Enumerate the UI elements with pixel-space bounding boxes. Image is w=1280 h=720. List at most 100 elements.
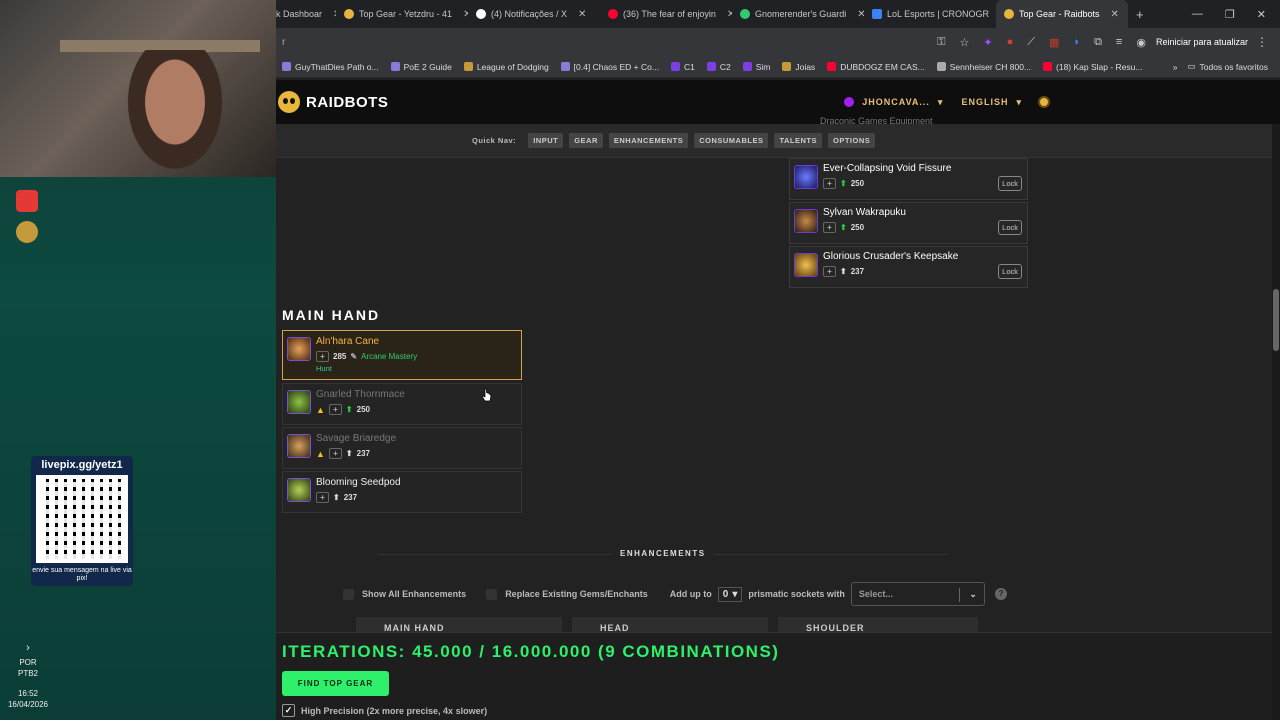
add-socket-icon[interactable]: + — [823, 178, 836, 189]
bookmark[interactable]: GuyThatDies Path o... — [276, 62, 385, 72]
bookmark-label: League of Dodging — [476, 61, 549, 72]
minimize-icon[interactable]: — — [1192, 8, 1203, 21]
slot-card-shoulder[interactable]: SHOULDER — [778, 617, 978, 633]
bookmark[interactable]: League of Dodging — [458, 62, 555, 72]
tab-2[interactable]: (4) Notificações / X ✕ — [468, 0, 600, 28]
tab-label: Top Gear - Yetzdru - 41 — [359, 9, 453, 19]
tab-3[interactable]: (36) The fear of enjoyin ✕ — [600, 0, 732, 28]
main-hand-option[interactable]: Blooming Seedpod + ⬆ 237 — [282, 471, 522, 513]
all-favorites[interactable]: ▭ Todos os favoritos — [1187, 61, 1268, 72]
puzzle-icon[interactable]: ⧉ — [1094, 36, 1102, 49]
wow-icon[interactable] — [16, 221, 38, 243]
add-socket-icon[interactable]: + — [823, 266, 836, 277]
bookmark[interactable]: C2 — [701, 62, 737, 72]
trinket-item[interactable]: Glorious Crusader's Keepsake + ⬆ 237 Lock — [789, 246, 1028, 288]
lock-button[interactable]: Lock — [998, 264, 1022, 279]
more-bookmarks-icon[interactable]: » — [1173, 62, 1178, 72]
bookmark[interactable]: Joias — [776, 62, 821, 72]
tab-5[interactable]: LoL Esports | CRONOGR✕ — [864, 0, 996, 28]
username[interactable]: JHONCAVA... — [862, 97, 930, 107]
star-icon[interactable]: ☆ — [960, 36, 970, 49]
tab-0[interactable]: k Dashboar✕ — [276, 0, 336, 28]
tab-label: Gnomerender's Guardi — [755, 9, 847, 19]
restore-icon[interactable]: ❐ — [1225, 8, 1235, 21]
socket-count-select[interactable]: 0 ▾ — [717, 586, 743, 602]
high-precision-option[interactable]: ✓ High Precision (2x more precise, 4x sl… — [282, 704, 487, 717]
quicknav-gear[interactable]: GEAR — [569, 133, 603, 148]
tray-expand-icon[interactable]: › — [0, 643, 56, 654]
add-socket-icon[interactable]: + — [328, 448, 342, 459]
app-k-icon[interactable] — [16, 190, 38, 212]
new-tab-button[interactable]: + — [1128, 0, 1152, 28]
tray-time[interactable]: 16:52 — [0, 688, 56, 699]
lock-button[interactable]: Lock — [998, 176, 1022, 191]
add-up-to-label: Add up to — [669, 589, 712, 599]
check-icon[interactable]: ✓ — [282, 704, 295, 717]
main-hand-option[interactable]: Savage Briaredge ▲ + ⬆ 237 — [282, 427, 522, 469]
media-icon[interactable]: ≡ — [1116, 36, 1122, 48]
quicknav-consumables[interactable]: CONSUMABLES — [694, 133, 769, 148]
quicknav-options[interactable]: OPTIONS — [828, 133, 876, 148]
bookmark[interactable]: [0.4] Chaos ED + Co... — [555, 62, 665, 72]
extension-icon[interactable]: ▦ — [1049, 36, 1059, 49]
close-icon[interactable]: ✕ — [857, 9, 864, 20]
item-level: 237 — [343, 493, 358, 502]
bookmark[interactable]: PoE 2 Guide — [385, 62, 458, 72]
bookmark[interactable]: Sim — [737, 62, 777, 72]
quicknav-input[interactable]: INPUT — [528, 133, 564, 148]
enchant-icon: ✎ — [350, 352, 358, 361]
webcam-feed — [0, 0, 276, 177]
url-field[interactable]: r — [282, 37, 937, 48]
trinket-item[interactable]: Sylvan Wakrapuku + ⬆ 250 Lock — [789, 202, 1028, 244]
find-top-gear-button[interactable]: FIND TOP GEAR — [282, 671, 389, 696]
update-button[interactable]: Reiniciar para atualizar — [1156, 37, 1248, 47]
add-socket-icon[interactable]: + — [328, 404, 342, 415]
item-meta: + ⬆ 250 — [823, 178, 864, 189]
main-hand-equipped[interactable]: Aln'hara Cane + 285 ✎ Arcane Mastery Hun… — [282, 330, 522, 380]
chevron-down-icon[interactable]: ▾ — [938, 97, 944, 108]
quicknav-talents[interactable]: TALENTS — [774, 133, 822, 148]
key-icon[interactable]: ⚿ — [937, 36, 945, 49]
extension-icon[interactable]: ● — [1007, 36, 1014, 48]
close-window-icon[interactable]: ✕ — [1257, 8, 1266, 21]
lock-button[interactable]: Lock — [998, 220, 1022, 235]
tray-date[interactable]: 16/04/2026 — [0, 699, 56, 710]
tray-kb[interactable]: PTB2 — [0, 668, 56, 679]
trinket-item[interactable]: Ever-Collapsing Void Fissure + ⬆ 250 Lock — [789, 158, 1028, 200]
close-icon[interactable]: ✕ — [1111, 9, 1119, 20]
show-all-label: Show All Enhancements — [362, 589, 467, 599]
slot-card-main-hand[interactable]: MAIN HAND — [356, 617, 562, 633]
close-icon[interactable]: ✕ — [578, 9, 586, 20]
scrollbar-thumb[interactable] — [1273, 289, 1279, 351]
tab-4[interactable]: Gnomerender's Guardi ✕ — [732, 0, 864, 28]
show-all-checkbox[interactable] — [343, 588, 354, 600]
item-level: 237 — [356, 449, 370, 458]
slot-card-head[interactable]: HEAD — [572, 617, 768, 633]
gem-select[interactable]: Select... ⌄ — [850, 582, 985, 606]
profile-icon[interactable]: ◉ — [1136, 36, 1146, 49]
mouse-cursor-icon — [482, 388, 492, 402]
tray-lang[interactable]: POR — [0, 657, 56, 668]
bookmark[interactable]: DUBDOGZ EM CAS... — [821, 62, 931, 72]
scrollbar[interactable] — [1272, 124, 1280, 720]
coin-icon[interactable] — [1038, 96, 1050, 108]
sockets-label: prismatic sockets with — [748, 589, 845, 599]
language-select[interactable]: ENGLISH — [961, 97, 1008, 107]
bookmark[interactable]: C1 — [665, 62, 701, 72]
tab-1[interactable]: Top Gear - Yetzdru - 41 ✕ — [336, 0, 468, 28]
add-socket-icon[interactable]: + — [316, 351, 329, 362]
add-socket-icon[interactable]: + — [316, 492, 329, 503]
replace-checkbox[interactable] — [486, 588, 498, 600]
help-icon[interactable]: ? — [994, 588, 1007, 600]
raidbots-logo[interactable]: RAIDBOTS — [278, 91, 388, 113]
extension-icon[interactable]: ◗ — [1073, 36, 1080, 48]
tab-active[interactable]: Top Gear - Raidbots ✕ — [996, 0, 1128, 28]
extension-icon[interactable]: ⟋ — [1027, 36, 1035, 49]
menu-icon[interactable]: ⋮ — [1256, 35, 1268, 49]
extension-icon[interactable]: ✦ — [983, 36, 992, 49]
bookmark[interactable]: (18) Kap Slap - Resu... — [1037, 62, 1148, 72]
bookmark[interactable]: Sennheiser CH 800... — [931, 62, 1037, 72]
quicknav-enhancements[interactable]: ENHANCEMENTS — [608, 133, 689, 148]
chevron-down-icon[interactable]: ▾ — [1016, 97, 1022, 108]
add-socket-icon[interactable]: + — [823, 222, 836, 233]
